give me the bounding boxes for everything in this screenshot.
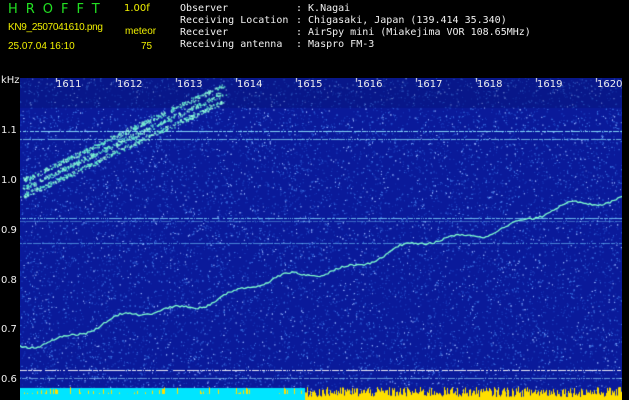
y-tick-label: 1.0 (1, 175, 17, 186)
x-tick-label: 1615 (297, 79, 323, 90)
date-time: 25.07.04 16:10 (8, 41, 75, 52)
file-name: KN9_2507041610.png (8, 22, 103, 33)
x-tick-label: 1619 (537, 79, 563, 90)
info-value-observer: : K.Nagai (296, 3, 351, 14)
meteor-label: meteor (125, 26, 157, 37)
info-label-location: Receiving Location (180, 15, 289, 26)
x-tick-label: 1616 (357, 79, 383, 90)
x-tick-label: 1620 (597, 79, 623, 90)
info-value-receiver: : AirSpy mini (Miakejima VOR 108.65MHz) (296, 27, 531, 38)
app-version: 1.00f (124, 3, 150, 14)
y-axis-unit: kHz (1, 75, 20, 86)
y-tick-label: 1.1 (1, 125, 17, 136)
x-tick-label: 1613 (177, 79, 203, 90)
info-label-observer: Observer (180, 3, 229, 14)
x-tick-label: 1614 (237, 79, 263, 90)
info-value-location: : Chigasaki, Japan (139.414 35.340) (296, 15, 507, 26)
y-tick-label: 0.6 (1, 374, 17, 385)
info-label-receiver: Receiver (180, 27, 229, 38)
header-panel: HROFFT 1.00f KN9_2507041610.png 25.07.04… (0, 0, 629, 72)
info-value-antenna: : Maspro FM-3 (296, 39, 375, 50)
y-tick-label: 0.9 (1, 225, 17, 236)
app-logo: HROFFT (8, 2, 108, 17)
x-tick-label: 1612 (117, 79, 143, 90)
x-tick-label: 1617 (417, 79, 443, 90)
spectrogram-canvas (20, 78, 622, 400)
meteor-count: 75 (141, 41, 153, 52)
x-tick-label: 1618 (477, 79, 503, 90)
info-label-antenna: Receiving antenna (180, 39, 283, 50)
y-tick-label: 0.8 (1, 275, 17, 286)
x-tick-label: 1611 (56, 79, 82, 90)
y-tick-label: 0.7 (1, 324, 17, 335)
